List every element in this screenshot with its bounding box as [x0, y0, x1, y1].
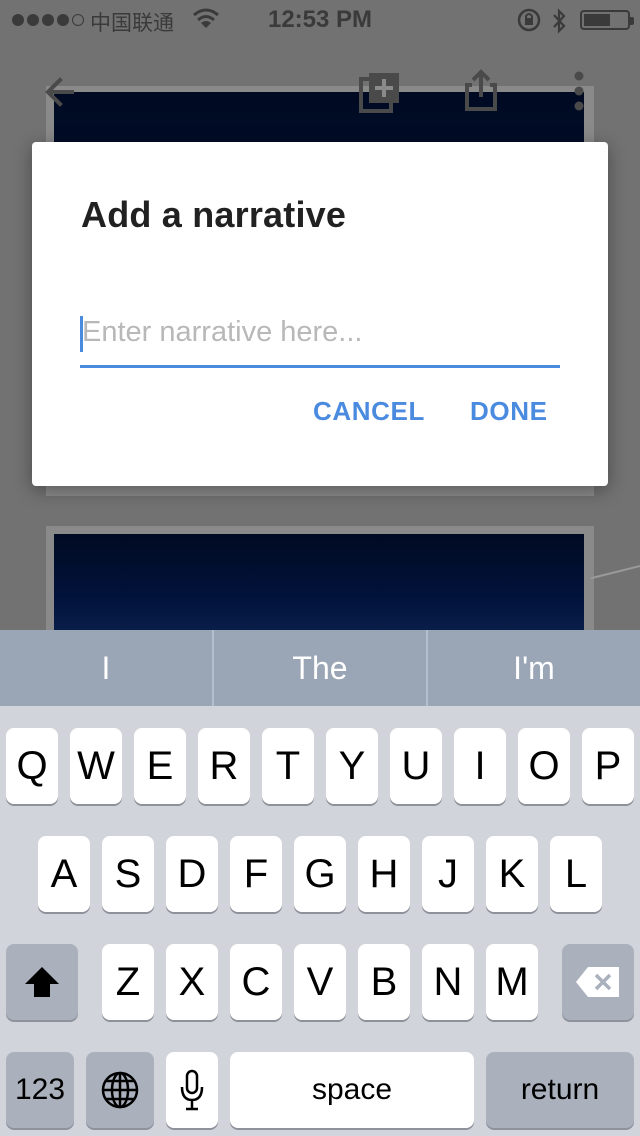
key[interactable]: Z — [102, 944, 154, 1020]
rotation-lock-icon — [516, 8, 542, 38]
back-arrow-icon[interactable] — [40, 72, 80, 112]
key[interactable]: P — [582, 728, 634, 804]
bluetooth-icon — [551, 8, 567, 40]
key[interactable]: F — [230, 836, 282, 912]
suggestion-item[interactable]: I — [0, 630, 214, 706]
key[interactable]: W — [70, 728, 122, 804]
dialog-title: Add a narrative — [81, 194, 347, 235]
key[interactable]: R — [198, 728, 250, 804]
add-to-album-icon[interactable] — [358, 70, 402, 114]
narrative-input[interactable] — [80, 308, 560, 368]
key[interactable]: C — [230, 944, 282, 1020]
delete-key[interactable] — [562, 944, 634, 1020]
photo-image — [54, 534, 584, 630]
key[interactable]: U — [390, 728, 442, 804]
key[interactable]: Y — [326, 728, 378, 804]
decorative-line — [590, 562, 640, 580]
key[interactable]: K — [486, 836, 538, 912]
key[interactable]: I — [454, 728, 506, 804]
key[interactable]: S — [102, 836, 154, 912]
space-key[interactable]: space — [230, 1052, 474, 1128]
done-button[interactable]: DONE — [470, 396, 548, 427]
key[interactable]: G — [294, 836, 346, 912]
key[interactable]: M — [486, 944, 538, 1020]
cancel-button[interactable]: CANCEL — [313, 396, 425, 427]
delete-icon — [576, 967, 619, 997]
suggestion-bar: I The I'm — [0, 630, 640, 706]
key[interactable]: X — [166, 944, 218, 1020]
key[interactable]: E — [134, 728, 186, 804]
suggestion-item[interactable]: I'm — [428, 630, 640, 706]
key[interactable]: A — [38, 836, 90, 912]
suggestion-item[interactable]: The — [214, 630, 428, 706]
battery-icon — [580, 10, 634, 30]
text-cursor — [80, 316, 83, 352]
status-time: 12:53 PM — [267, 6, 373, 33]
key[interactable]: T — [262, 728, 314, 804]
key[interactable]: J — [422, 836, 474, 912]
shift-key[interactable] — [6, 944, 78, 1020]
key[interactable]: B — [358, 944, 410, 1020]
numbers-key[interactable]: 123 — [6, 1052, 74, 1128]
key[interactable]: V — [294, 944, 346, 1020]
more-vert-icon[interactable] — [568, 70, 590, 112]
status-bar: 中国联通 12:53 PM — [0, 0, 640, 40]
microphone-icon — [180, 1069, 204, 1111]
globe-icon — [101, 1071, 139, 1109]
key[interactable]: Q — [6, 728, 58, 804]
return-key[interactable]: return — [486, 1052, 634, 1128]
key[interactable]: H — [358, 836, 410, 912]
photo-card[interactable] — [46, 526, 594, 630]
microphone-key[interactable] — [166, 1052, 218, 1128]
share-icon[interactable] — [462, 68, 500, 112]
add-narrative-dialog: Add a narrative CANCEL DONE — [32, 142, 608, 486]
key[interactable]: L — [550, 836, 602, 912]
key[interactable]: O — [518, 728, 570, 804]
shift-icon — [25, 967, 59, 997]
globe-key[interactable] — [86, 1052, 154, 1128]
key[interactable]: D — [166, 836, 218, 912]
key[interactable]: N — [422, 944, 474, 1020]
keyboard: I The I'm Q W E R T Y U I O P A S D F G … — [0, 630, 640, 1136]
